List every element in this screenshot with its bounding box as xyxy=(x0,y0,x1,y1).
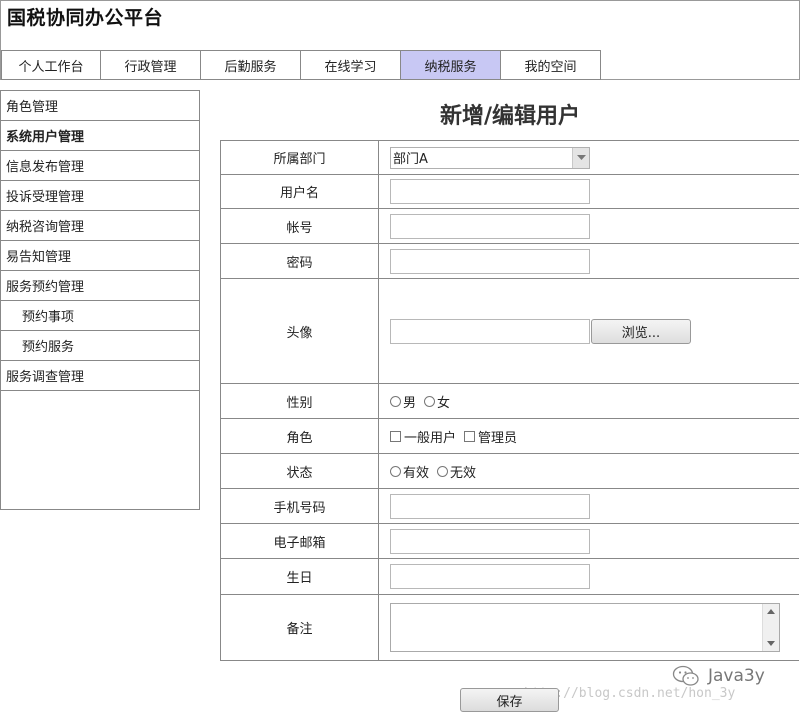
password-input[interactable] xyxy=(390,248,590,274)
status-invalid-radio[interactable] xyxy=(437,465,449,477)
scroll-down-arrow-icon[interactable] xyxy=(767,641,775,646)
tab-my-space[interactable]: 我的空间 xyxy=(501,50,601,80)
app-window: 国税协同办公平台 个人工作台 行政管理 后勤服务 在线学习 纳税服务 我的空间 … xyxy=(0,0,800,713)
tab-administration[interactable]: 行政管理 xyxy=(101,50,201,80)
remark-scrollbar[interactable] xyxy=(762,604,779,651)
role-option-normal[interactable]: 一般用户 xyxy=(390,427,456,446)
form-row-gender: 性别 男 女 xyxy=(221,384,799,419)
form-row-role: 角色 一般用户 管理员 xyxy=(221,419,799,454)
role-admin-checkbox[interactable] xyxy=(464,430,476,442)
sidebar-item-tax-consult[interactable]: 纳税咨询管理 xyxy=(1,211,199,241)
form-row-remark: 备注 xyxy=(221,595,799,660)
form-row-username: 用户名 xyxy=(221,175,799,209)
role-label: 角色 xyxy=(221,419,379,453)
gender-male-radio[interactable] xyxy=(390,395,401,407)
sidebar-item-complaint[interactable]: 投诉受理管理 xyxy=(1,181,199,211)
password-label: 密码 xyxy=(221,244,379,278)
mobile-input[interactable] xyxy=(390,493,590,519)
gender-label: 性别 xyxy=(221,384,379,418)
tab-personal-workbench[interactable]: 个人工作台 xyxy=(1,50,101,80)
sidebar-item-reservation-items[interactable]: 预约事项 xyxy=(1,301,199,331)
sidebar-item-system-user-management[interactable]: 系统用户管理 xyxy=(1,121,199,151)
user-form: 所属部门 部门A 用户名 帐号 密码 头像 浏览... 性别 男 女 角色 一般… xyxy=(220,140,799,661)
dept-select-value: 部门A xyxy=(393,152,428,167)
tab-online-learning[interactable]: 在线学习 xyxy=(301,50,401,80)
tab-tax-service[interactable]: 纳税服务 xyxy=(401,50,501,80)
page-title: 新增/编辑用户 xyxy=(439,104,581,129)
role-normal-label: 一般用户 xyxy=(404,430,457,446)
form-row-birthday: 生日 xyxy=(221,559,799,595)
sidebar: 角色管理 系统用户管理 信息发布管理 投诉受理管理 纳税咨询管理 易告知管理 服… xyxy=(0,90,200,510)
watermark-brand: Java3y xyxy=(672,665,765,687)
username-label: 用户名 xyxy=(221,175,379,208)
watermark-brand-text: Java3y xyxy=(708,666,765,686)
status-option-invalid[interactable]: 无效 xyxy=(437,462,476,481)
avatar-label: 头像 xyxy=(221,279,379,383)
status-valid-radio[interactable] xyxy=(390,465,401,477)
remark-textarea[interactable] xyxy=(390,603,780,652)
email-label: 电子邮箱 xyxy=(221,524,379,558)
save-button[interactable]: 保存 xyxy=(460,688,559,712)
form-row-dept: 所属部门 部门A xyxy=(221,141,799,175)
form-row-mobile: 手机号码 xyxy=(221,489,799,524)
status-invalid-label: 无效 xyxy=(450,465,477,481)
status-label: 状态 xyxy=(221,454,379,488)
account-input[interactable] xyxy=(390,213,590,239)
sidebar-item-reservation-service[interactable]: 预约服务 xyxy=(1,331,199,361)
avatar-file-path[interactable] xyxy=(390,318,590,344)
remark-label: 备注 xyxy=(221,595,379,660)
app-title: 国税协同办公平台 xyxy=(7,7,164,29)
role-option-admin[interactable]: 管理员 xyxy=(464,427,517,446)
form-row-status: 状态 有效 无效 xyxy=(221,454,799,489)
wechat-icon xyxy=(672,665,699,686)
browse-button[interactable]: 浏览... xyxy=(591,318,691,344)
birthday-label: 生日 xyxy=(221,559,379,594)
account-label: 帐号 xyxy=(221,209,379,243)
top-nav-tabs: 个人工作台 行政管理 后勤服务 在线学习 纳税服务 我的空间 xyxy=(1,50,601,80)
dept-label: 所属部门 xyxy=(221,141,379,174)
gender-female-radio[interactable] xyxy=(424,395,436,407)
mobile-label: 手机号码 xyxy=(221,489,379,523)
form-row-password: 密码 xyxy=(221,244,799,279)
role-normal-checkbox[interactable] xyxy=(390,430,401,442)
scroll-up-arrow-icon[interactable] xyxy=(767,609,775,614)
sidebar-item-role-management[interactable]: 角色管理 xyxy=(1,91,199,121)
tab-logistics[interactable]: 后勤服务 xyxy=(201,50,301,80)
chevron-down-icon xyxy=(572,147,589,168)
sidebar-item-notice[interactable]: 易告知管理 xyxy=(1,241,199,271)
form-row-email: 电子邮箱 xyxy=(221,524,799,559)
gender-male-label: 男 xyxy=(403,395,417,411)
status-option-valid[interactable]: 有效 xyxy=(390,462,429,481)
sidebar-item-info-publish[interactable]: 信息发布管理 xyxy=(1,151,199,181)
status-valid-label: 有效 xyxy=(403,465,430,481)
email-input[interactable] xyxy=(390,528,590,554)
sidebar-item-survey[interactable]: 服务调查管理 xyxy=(1,361,199,391)
gender-option-female[interactable]: 女 xyxy=(424,392,450,411)
header: 国税协同办公平台 个人工作台 行政管理 后勤服务 在线学习 纳税服务 我的空间 xyxy=(0,0,800,80)
birthday-input[interactable] xyxy=(390,564,590,589)
dept-select[interactable]: 部门A xyxy=(390,146,590,169)
form-row-avatar: 头像 浏览... xyxy=(221,279,799,384)
gender-female-label: 女 xyxy=(437,395,451,411)
role-admin-label: 管理员 xyxy=(478,430,518,446)
sidebar-item-reservation-management[interactable]: 服务预约管理 xyxy=(1,271,199,301)
gender-option-male[interactable]: 男 xyxy=(390,392,416,411)
username-input[interactable] xyxy=(390,179,590,204)
form-row-account: 帐号 xyxy=(221,209,799,244)
